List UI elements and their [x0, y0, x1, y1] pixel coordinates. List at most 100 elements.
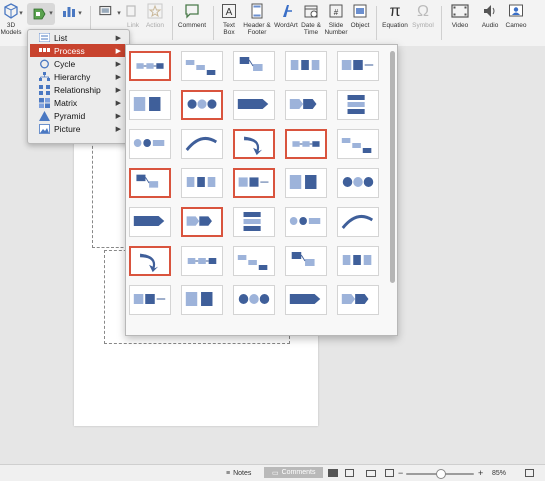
zoom-slider-handle[interactable] [436, 469, 446, 479]
process-layout-thumbnail[interactable] [129, 207, 171, 237]
object-label: Object [350, 22, 370, 29]
process-layout-thumbnail[interactable] [129, 90, 171, 120]
cameo-button[interactable]: Cameo [504, 2, 528, 29]
comment-button[interactable]: Comment [177, 2, 207, 29]
3d-models-button[interactable]: 3D Models [0, 2, 22, 36]
menu-item-picture[interactable]: Picture ▶ [30, 122, 127, 135]
comment-icon [183, 2, 201, 20]
process-layout-thumbnail[interactable] [285, 168, 327, 198]
video-button[interactable]: Video [446, 2, 474, 29]
header-footer-label: Header & [243, 22, 271, 29]
ribbon-divider [376, 6, 377, 40]
reading-view-icon [366, 469, 376, 477]
wordart-icon [277, 2, 295, 20]
process-layout-thumbnail[interactable] [233, 51, 275, 81]
process-layout-thumbnail[interactable] [233, 246, 275, 276]
smartart-dropdown[interactable]: ▾ [47, 10, 55, 17]
plus-icon: + [478, 468, 484, 478]
process-layout-thumbnail[interactable] [233, 168, 275, 198]
menu-item-relationship[interactable]: Relationship ▶ [30, 83, 127, 96]
action-label: Action [145, 22, 165, 29]
process-layout-thumbnail[interactable] [285, 207, 327, 237]
process-layout-thumbnail[interactable] [233, 285, 275, 315]
process-layout-thumbnail[interactable] [337, 207, 379, 237]
hierarchy-icon [38, 71, 50, 82]
pyramid-icon [38, 110, 50, 121]
menu-item-hierarchy[interactable]: Hierarchy ▶ [30, 70, 127, 83]
date-time-button[interactable]: Date & Time [300, 2, 322, 36]
process-layout-thumbnail[interactable] [181, 207, 223, 237]
menu-item-pyramid[interactable]: Pyramid ▶ [30, 109, 127, 122]
chart-dropdown[interactable]: ▾ [76, 10, 84, 17]
menu-item-process[interactable]: Process ▶ [30, 44, 127, 57]
text-box-button[interactable]: A Text Box [218, 2, 240, 36]
picture-icon [38, 123, 50, 134]
process-layout-thumbnail[interactable] [233, 90, 275, 120]
notes-label: Notes [233, 469, 252, 477]
slide-number-button[interactable]: # Slide Number [323, 2, 349, 36]
process-layout-thumbnail[interactable] [233, 129, 275, 159]
menu-item-label: Process [54, 45, 85, 56]
process-layout-thumbnail[interactable] [129, 285, 171, 315]
process-layout-thumbnail[interactable] [181, 51, 223, 81]
process-layout-thumbnail[interactable] [285, 285, 327, 315]
equation-button[interactable]: π Equation [381, 2, 409, 29]
slide-sorter-button[interactable] [345, 468, 354, 478]
process-layout-thumbnail[interactable] [129, 168, 171, 198]
gallery-scrollbar[interactable] [390, 51, 395, 283]
zoom-out-button[interactable]: − [398, 468, 403, 478]
process-layout-thumbnail[interactable] [285, 129, 327, 159]
process-layout-thumbnail[interactable] [285, 90, 327, 120]
process-layout-thumbnail[interactable] [129, 51, 171, 81]
audio-button[interactable]: Audio [476, 2, 504, 29]
process-layout-thumbnail[interactable] [181, 246, 223, 276]
screenshot-dropdown[interactable]: ▾ [115, 10, 123, 17]
slideshow-button[interactable] [385, 468, 394, 478]
ribbon-divider [172, 6, 173, 40]
symbol-button[interactable]: Ω Symbol [410, 2, 436, 29]
link-label: Link [127, 22, 139, 29]
reading-view-button[interactable] [366, 468, 376, 478]
notes-button[interactable]: ≡ Notes [226, 468, 251, 478]
zoom-in-button[interactable]: + [478, 468, 483, 478]
menu-item-list[interactable]: List ▶ [30, 31, 127, 44]
process-layout-thumbnail[interactable] [337, 246, 379, 276]
minus-icon: − [398, 468, 404, 478]
process-layout-thumbnail[interactable] [181, 168, 223, 198]
process-layout-thumbnail[interactable] [233, 207, 275, 237]
process-layout-thumbnail[interactable] [337, 51, 379, 81]
action-button[interactable]: Action [144, 2, 166, 29]
menu-item-matrix[interactable]: Matrix ▶ [30, 96, 127, 109]
normal-view-button[interactable] [328, 468, 338, 478]
comment-label: Comment [177, 22, 207, 29]
object-button[interactable]: Object [349, 2, 371, 29]
calendar-icon [302, 2, 320, 20]
speaker-icon [481, 2, 499, 20]
process-layout-thumbnail[interactable] [337, 168, 379, 198]
svg-text:A: A [226, 7, 233, 18]
header-footer-button[interactable]: Header & Footer [242, 2, 272, 36]
process-layout-thumbnail[interactable] [337, 90, 379, 120]
wordart-button[interactable]: WordArt [272, 2, 300, 29]
menu-item-cycle[interactable]: Cycle ▶ [30, 57, 127, 70]
date-time-label: Date & [301, 22, 321, 29]
process-layout-thumbnail[interactable] [285, 51, 327, 81]
process-layout-thumbnail[interactable] [181, 129, 223, 159]
fit-slide-button[interactable] [525, 468, 534, 478]
process-layout-thumbnail[interactable] [337, 285, 379, 315]
matrix-icon [38, 97, 50, 108]
zoom-level[interactable]: 85% [492, 468, 506, 478]
chevron-down-icon: ▾ [19, 10, 23, 17]
3d-models-dropdown[interactable]: ▾ [16, 10, 26, 17]
process-layout-thumbnail[interactable] [129, 129, 171, 159]
process-layout-thumbnail[interactable] [129, 246, 171, 276]
process-layout-thumbnail[interactable] [285, 246, 327, 276]
chevron-right-icon: ▶ [115, 34, 121, 42]
comments-button[interactable]: ▭ Comments [264, 467, 324, 478]
process-layout-thumbnail[interactable] [181, 285, 223, 315]
process-layout-thumbnail[interactable] [181, 90, 223, 120]
link-button[interactable]: Link [124, 2, 142, 29]
pi-icon: π [389, 2, 401, 20]
equation-label: Equation [382, 22, 408, 29]
process-layout-thumbnail[interactable] [337, 129, 379, 159]
